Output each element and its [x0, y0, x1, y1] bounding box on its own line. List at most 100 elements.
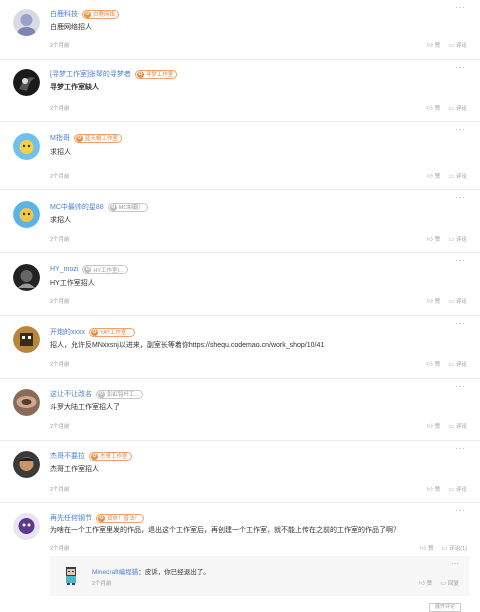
- avatar[interactable]: [13, 133, 40, 160]
- comment-text: 白鹿网络招人: [50, 24, 92, 31]
- comment-item: ··· 杰哥不要拉 ✪ 杰哥工作室 杰哥工作室招人 2个月前 👍︎ 赞 ▭ 评论: [0, 441, 480, 503]
- avatar[interactable]: [13, 326, 40, 353]
- username[interactable]: 白鹿科技: [50, 9, 78, 19]
- studio-icon: ✪: [84, 266, 92, 273]
- reply-avatar[interactable]: [64, 567, 78, 585]
- username[interactable]: 这让不让改名: [50, 389, 92, 399]
- thumb-up-icon: 👍︎: [426, 174, 433, 180]
- studio-icon: ✪: [91, 328, 98, 336]
- comment-button[interactable]: ▭ 评论(1): [441, 544, 467, 553]
- studio-icon: ✪: [84, 10, 91, 18]
- comment-item: ··· [寻梦工作室]张琴的寻梦者 ✪ 寻梦工作室 寻梦工作室缺人 2个月前 👍︎…: [0, 60, 480, 122]
- like-button[interactable]: 👍︎ 赞: [427, 422, 441, 430]
- avatar[interactable]: [13, 69, 40, 96]
- comment-icon: ▭: [448, 105, 454, 112]
- comment-text: 杰哥工作室招人: [50, 466, 99, 473]
- studio-badge[interactable]: ✪ 彭虹铭杆工...: [96, 389, 144, 399]
- timestamp: 2个月前: [50, 424, 70, 430]
- comment-button[interactable]: ▭ 评论: [448, 41, 467, 50]
- comment-item: ··· HY_mozi ✪ HY工作室I... HY工作室招人 2个月前 👍︎ 赞 …: [0, 253, 480, 316]
- studio-badge[interactable]: ✪ YAT工作室...: [89, 327, 135, 337]
- avatar[interactable]: [13, 264, 40, 291]
- avatar[interactable]: [13, 389, 40, 416]
- more-options-icon[interactable]: ···: [455, 444, 466, 453]
- studio-badge[interactable]: ✪ 寻梦工作室: [134, 69, 178, 79]
- avatar[interactable]: [13, 513, 40, 540]
- thumb-up-icon: 👍︎: [418, 581, 425, 587]
- avatar[interactable]: [13, 201, 40, 228]
- thumb-up-icon: 👍︎: [426, 106, 433, 112]
- studio-icon: ✪: [98, 514, 105, 522]
- username[interactable]: MC中最帅的星88: [50, 202, 104, 212]
- like-button[interactable]: 👍︎ 赞: [427, 41, 441, 49]
- like-button[interactable]: 👍︎ 赞: [427, 360, 441, 368]
- more-options-icon[interactable]: ···: [455, 506, 466, 515]
- studio-badge[interactable]: ✪ 白鹿网络: [82, 9, 120, 19]
- comment-icon: ▭: [448, 236, 454, 243]
- studio-icon: ✪: [98, 390, 105, 398]
- username[interactable]: 杰哥不要拉: [50, 451, 85, 461]
- comment-text: 斗罗大陆工作室招人了: [50, 404, 120, 411]
- comment-text: 招人，允许反MNxxsnj以进来，副室长等着你https://shequ.cod…: [50, 342, 325, 349]
- comment-item: ··· 白鹿科技 ✪ 白鹿网络 白鹿网络招人 2个月前 👍︎ 赞 ▭ 评论: [0, 0, 480, 60]
- comment-button[interactable]: ▭ 评论: [448, 422, 467, 431]
- thumb-up-icon: 👍︎: [419, 546, 427, 552]
- comment-item: ··· M指哥 ✪ 蓝天帽工作室 求招人 2个月前 👍︎ 赞 ▭ 评论: [0, 122, 480, 190]
- avatar[interactable]: [13, 451, 40, 478]
- studio-badge[interactable]: ✪ HY工作室I...: [82, 265, 128, 274]
- like-button[interactable]: 👍︎ 赞: [420, 544, 434, 552]
- more-options-icon[interactable]: ···: [455, 3, 466, 12]
- comment-feed: ··· 白鹿科技 ✪ 白鹿网络 白鹿网络招人 2个月前 👍︎ 赞 ▭ 评论 ··· […: [0, 0, 480, 612]
- like-button[interactable]: 👍︎ 赞: [427, 485, 441, 493]
- timestamp: 2个月前: [50, 546, 70, 552]
- reply-username[interactable]: Minecraft编程猫: [92, 569, 138, 576]
- username[interactable]: 再先任何钢节: [50, 513, 92, 523]
- like-button[interactable]: 👍︎ 赞: [427, 104, 441, 112]
- username[interactable]: [寻梦工作室]张琴的寻梦者: [50, 69, 131, 79]
- comment-text: HY工作室招人: [50, 280, 95, 287]
- like-button[interactable]: 👍︎ 赞: [427, 172, 441, 180]
- studio-badge[interactable]: ✪ MC制霸！: [107, 202, 148, 212]
- comment-icon: ▭: [448, 423, 454, 430]
- reply-timestamp: 2个月前: [92, 581, 112, 587]
- more-options-icon[interactable]: ···: [455, 125, 466, 134]
- more-options-icon[interactable]: ···: [455, 256, 466, 265]
- studio-badge[interactable]: ✪ 蓝天帽工作室: [73, 133, 122, 143]
- studio-badge[interactable]: ✪ 双休！普法！: [96, 513, 145, 523]
- comment-icon: ▭: [441, 545, 448, 552]
- timestamp: 2个月前: [50, 174, 70, 180]
- thumb-up-icon: 👍︎: [426, 43, 433, 49]
- comment-text: 求招人: [50, 217, 71, 224]
- comment-button[interactable]: ▭ 评论: [448, 235, 467, 244]
- comment-button[interactable]: ▭ 评论: [448, 360, 467, 369]
- timestamp: 2个月前: [50, 237, 70, 243]
- like-button[interactable]: 👍︎ 赞: [427, 297, 441, 305]
- username[interactable]: HY_mozi: [50, 266, 78, 273]
- timestamp: 2个月前: [50, 362, 70, 368]
- username[interactable]: 开炮的xxxx: [50, 327, 85, 337]
- thumb-up-icon: 👍︎: [426, 299, 433, 305]
- reply-button[interactable]: ▭ 回复: [440, 579, 459, 588]
- reply-more-options-icon[interactable]: ···: [451, 559, 459, 568]
- comment-icon: ▭: [440, 580, 446, 587]
- comment-button[interactable]: ▭ 评论: [448, 172, 467, 181]
- comment-icon: ▭: [448, 298, 454, 305]
- thumb-up-icon: 👍︎: [426, 424, 433, 430]
- studio-icon: ✪: [136, 70, 144, 78]
- avatar[interactable]: [13, 9, 40, 36]
- more-options-icon[interactable]: ···: [455, 63, 466, 72]
- comment-button[interactable]: ▭ 评论: [448, 104, 467, 113]
- comment-button[interactable]: ▭ 评论: [448, 485, 467, 494]
- reply-like-button[interactable]: 👍︎ 赞: [419, 579, 433, 587]
- comment-button[interactable]: ▭ 评论: [448, 297, 467, 306]
- more-options-icon[interactable]: ···: [455, 382, 466, 391]
- like-button[interactable]: 👍︎ 赞: [427, 235, 441, 243]
- studio-badge[interactable]: ✪ 杰哥工作室: [89, 451, 132, 461]
- more-options-icon[interactable]: ···: [455, 319, 466, 328]
- username[interactable]: M指哥: [50, 133, 70, 143]
- reply-thread: ··· Minecraft编程猫：皮诉，你已经退出了。 2个月前 👍︎ 赞 ▭ 回复: [50, 556, 469, 596]
- studio-icon: ✪: [75, 134, 83, 142]
- studio-icon: ✪: [91, 452, 98, 460]
- load-more-button[interactable]: 展开评论: [429, 603, 461, 612]
- more-options-icon[interactable]: ···: [455, 193, 466, 202]
